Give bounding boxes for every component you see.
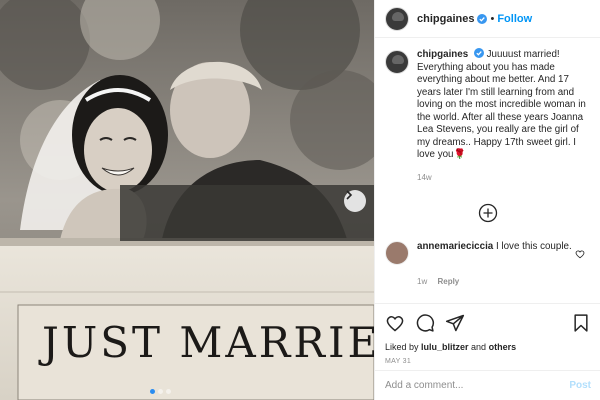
post-side-panel: chipgaines • Follow chipgaines Juuuust m… [374, 0, 600, 400]
caption-time[interactable]: 14w [417, 172, 591, 185]
instagram-post-modal: JUST MARRIE chipgaines • Follow chipgain… [0, 0, 600, 400]
carousel-dot [150, 389, 155, 394]
liked-by-others[interactable]: others [489, 342, 517, 352]
comment-meta: 1w Reply [417, 277, 459, 286]
next-photo-button[interactable] [344, 190, 366, 212]
avatar[interactable] [385, 241, 409, 265]
follow-button[interactable]: Follow [497, 13, 532, 25]
post-actions: Liked by lulu_blitzer and others MAY 31 [375, 303, 600, 365]
caption-body: chipgaines Juuuust married! Everything a… [417, 48, 591, 184]
verified-badge-icon [473, 48, 484, 58]
add-comment-bar: Post [375, 370, 600, 400]
post-date: MAY 31 [385, 358, 412, 365]
carousel-dot [158, 389, 163, 394]
heart-icon[interactable] [575, 249, 585, 259]
just-married-sign-text: JUST MARRIE [42, 318, 374, 367]
caption-username[interactable]: chipgaines [417, 49, 468, 60]
carousel-dots [150, 389, 171, 394]
heart-icon[interactable] [385, 313, 405, 333]
bookmark-icon[interactable] [571, 313, 591, 333]
comment-time: 1w [417, 277, 428, 286]
caption-text: Juuuust married! Everything about you ha… [417, 49, 586, 160]
chevron-right-icon [346, 190, 353, 200]
avatar[interactable] [385, 6, 409, 31]
share-icon[interactable] [445, 313, 465, 333]
post-photo: JUST MARRIE [0, 0, 374, 400]
post-comment-button[interactable]: Post [569, 380, 591, 391]
separator-dot: • [490, 12, 495, 25]
comment-item: annemarieciccia I love this couple. [385, 241, 591, 265]
post-header: chipgaines • Follow [375, 0, 600, 38]
action-icons [385, 312, 591, 334]
liked-by-prefix: Liked by [385, 342, 422, 352]
comments-section: chipgaines Juuuust married! Everything a… [375, 48, 600, 184]
plus-circle-icon[interactable] [478, 203, 498, 223]
comment-icon[interactable] [415, 313, 435, 333]
add-comment-input[interactable] [385, 380, 570, 391]
comment-text: I love this couple. [493, 241, 572, 252]
verified-badge-icon [477, 13, 488, 24]
liked-by-user[interactable]: lulu_blitzer [421, 342, 469, 352]
avatar[interactable] [385, 50, 409, 74]
caption: chipgaines Juuuust married! Everything a… [385, 48, 591, 184]
reply-button[interactable]: Reply [437, 277, 459, 286]
carousel-dot [166, 389, 171, 394]
comment-body: annemarieciccia I love this couple. [417, 241, 577, 265]
liked-by-text: Liked by lulu_blitzer and others [385, 342, 591, 352]
header-username[interactable]: chipgaines [417, 13, 474, 25]
rose-emoji: 🌹 [453, 149, 466, 160]
liked-by-suffix: and [468, 342, 489, 352]
comment-username[interactable]: annemarieciccia [417, 241, 493, 252]
